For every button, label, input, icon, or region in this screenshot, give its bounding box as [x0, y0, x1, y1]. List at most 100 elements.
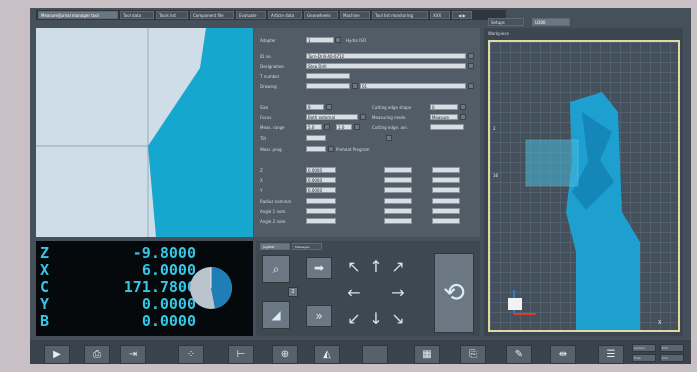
tab-tool-list-monitoring[interactable]: Tool list monitoring [372, 11, 428, 19]
jog-step-button[interactable]: 2 [288, 287, 298, 297]
crosshair-button[interactable]: ⊕ [272, 345, 298, 364]
radius-tol-b[interactable] [432, 198, 460, 204]
tab-evaluate[interactable]: Evaluate [236, 11, 266, 19]
menu-button[interactable]: ☰ [598, 345, 624, 364]
export-button[interactable]: ⇥ [120, 345, 146, 364]
id-browse-button[interactable] [468, 53, 474, 59]
meas-range-b-field[interactable]: 1.0 [336, 124, 352, 130]
tab-gearwheels[interactable]: Gearwheels [304, 11, 338, 19]
size-label: Size [260, 105, 269, 110]
tab-xxx[interactable]: XXX [430, 11, 450, 19]
angle-tool-button[interactable]: ◢ [262, 301, 290, 329]
tilt-field[interactable] [306, 135, 326, 141]
designation-button[interactable] [468, 63, 474, 69]
z-label: Z [260, 168, 263, 173]
drawing-browse-button[interactable] [468, 83, 474, 89]
table-button[interactable]: ▦ [414, 345, 440, 364]
caliper-button[interactable]: ⊢ [228, 345, 254, 364]
meas-range-a-dropdown[interactable] [324, 124, 330, 130]
dro-row-z: Z -9.8000 [40, 245, 196, 261]
drawing-field[interactable] [306, 83, 350, 89]
jog-right-icon[interactable]: → [388, 283, 408, 303]
tab-measure[interactable]: Measure/Jurnal manager tool [38, 11, 118, 19]
angle2-field[interactable] [306, 218, 336, 224]
x-tol-b[interactable] [432, 177, 460, 183]
tilt-toggle[interactable] [386, 135, 392, 141]
jog-down-right-icon[interactable]: ↘ [388, 309, 408, 329]
adapter-field[interactable]: 1 [306, 37, 334, 43]
profile-button[interactable]: ◭ [314, 345, 340, 364]
meas-mode-field[interactable]: Measure [430, 114, 458, 120]
side-button-system[interactable]: System [632, 344, 656, 352]
z-tol-a[interactable] [384, 167, 412, 173]
angle2-tol-a[interactable] [384, 218, 412, 224]
jog-left-icon[interactable]: ← [344, 283, 364, 303]
id-field[interactable]: Turn-Drill-40-6712 [306, 53, 466, 59]
size-field[interactable]: 9 [306, 104, 324, 110]
radius-tol-a[interactable] [384, 198, 412, 204]
print-button[interactable]: ⎙ [84, 345, 110, 364]
meas-range-a-field[interactable]: 5.0 [306, 124, 322, 130]
wear-field[interactable] [306, 146, 326, 152]
grid-button[interactable]: ⁘ [178, 345, 204, 364]
z-tol-b[interactable] [432, 167, 460, 173]
radius-field[interactable] [306, 198, 336, 204]
meas-mode-dropdown[interactable] [460, 114, 466, 120]
drawing-dropdown[interactable] [352, 83, 358, 89]
drawing-name-field[interactable]: 01 [360, 83, 466, 89]
tool-edit-button[interactable]: ✎ [506, 345, 532, 364]
meas-range-b-dropdown[interactable] [354, 124, 360, 130]
tab-scroll-arrows[interactable]: ◀ ▶ [452, 11, 472, 19]
tab-machine[interactable]: Machine [340, 11, 370, 19]
adapter-check-label: Hydro ISO [346, 38, 367, 43]
tab-tool-data[interactable]: Tool data [120, 11, 154, 19]
document-button[interactable]: ⎘ [460, 345, 486, 364]
jog-tab-messages[interactable]: Messages [292, 243, 322, 250]
jog-up-left-icon[interactable]: ↖ [344, 257, 364, 277]
jog-tab-edit[interactable]: Jog/Edit [260, 243, 290, 250]
jog-down-icon[interactable]: ↓ [366, 309, 386, 329]
cut-edge-field[interactable]: 0 [430, 104, 458, 110]
side-button-help[interactable]: Help [632, 354, 656, 362]
x-label: X [260, 178, 263, 183]
tab-component-file[interactable]: Component file [190, 11, 234, 19]
align-button[interactable]: ⇹ [550, 345, 576, 364]
cut-angle-field[interactable] [430, 124, 464, 130]
preheat-checkbox[interactable] [328, 146, 334, 152]
blank-button[interactable] [362, 345, 388, 364]
jog-up-icon[interactable]: ↑ [366, 257, 386, 277]
y-field[interactable]: 0.0000 [306, 187, 336, 193]
dro-row-c: C 171.7800 [40, 279, 196, 295]
z-field[interactable]: 0.0000 [306, 167, 336, 173]
tab-tools-list[interactable]: Tools list [156, 11, 188, 19]
program-run-button[interactable]: ▶ [44, 345, 70, 364]
cut-edge-dropdown[interactable] [460, 104, 466, 110]
tnumber-field[interactable] [306, 73, 350, 79]
y-tol-a[interactable] [384, 187, 412, 193]
zoom-search-button[interactable]: ⌕ [262, 255, 290, 283]
jog-down-left-icon[interactable]: ↙ [344, 309, 364, 329]
jog-fast-forward-button[interactable]: » [306, 305, 332, 327]
size-dropdown[interactable] [326, 104, 332, 110]
sim-tab-setups[interactable]: Setups [488, 18, 524, 26]
angle2-tol-b[interactable] [432, 218, 460, 224]
angle1-tol-b[interactable] [432, 208, 460, 214]
focus-field[interactable]: Both external [306, 114, 358, 120]
simulation-viewport[interactable]: 2 16 X [488, 40, 680, 332]
focus-button[interactable] [360, 114, 366, 120]
side-button-info[interactable]: Info [660, 354, 684, 362]
tab-article-data[interactable]: Article data [268, 11, 302, 19]
sim-tab-u300[interactable]: U300 [532, 18, 570, 26]
rotate-button[interactable]: ⟲ [434, 253, 474, 333]
profile-preview[interactable] [36, 28, 253, 237]
angle1-tol-a[interactable] [384, 208, 412, 214]
x-field[interactable]: 0.0000 [306, 177, 336, 183]
designation-field[interactable]: Step Drill [306, 63, 466, 69]
angle1-field[interactable] [306, 208, 336, 214]
x-tol-a[interactable] [384, 177, 412, 183]
y-tol-b[interactable] [432, 187, 460, 193]
side-button-exit[interactable]: Exit [660, 344, 684, 352]
adapter-dropdown[interactable] [335, 37, 341, 43]
jog-right-arrow-button[interactable]: ➡ [306, 257, 332, 279]
jog-up-right-icon[interactable]: ↗ [388, 257, 408, 277]
